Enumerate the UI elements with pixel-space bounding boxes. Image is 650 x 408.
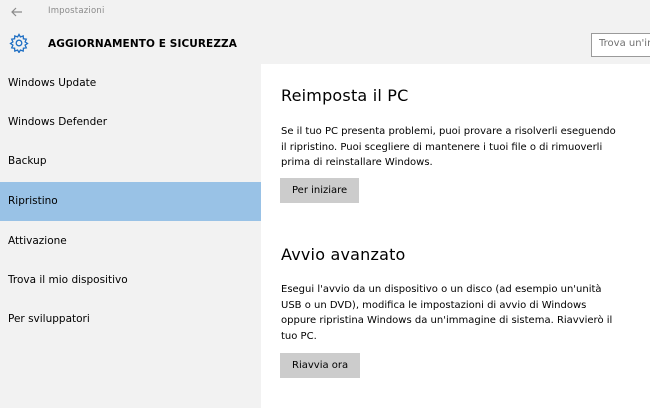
sidebar-item-ripristino[interactable]: Ripristino	[0, 182, 261, 221]
reset-description-line: prima di reinstallare Windows.	[281, 157, 433, 168]
restart-now-button[interactable]: Riavvia ora	[280, 353, 361, 378]
sidebar-item-backup[interactable]: Backup	[0, 142, 261, 181]
advanced-description-line: oppure ripristina Windows da un'immagine…	[281, 315, 613, 326]
sidebar-item-sviluppatori[interactable]: Per sviluppatori	[0, 300, 261, 339]
settings-window: Impostazioni AGGIORNAMENTO E SICUREZZA T…	[0, 0, 650, 408]
back-arrow-icon[interactable]	[10, 3, 30, 21]
advanced-description-line: tuo PC.	[281, 330, 317, 342]
advanced-description-line: Esegui l'avvio da un dispositivo o un di…	[281, 284, 602, 295]
get-started-button[interactable]: Per iniziare	[280, 178, 360, 203]
search-input[interactable]: Trova un'impostazione	[591, 33, 650, 57]
main-content: Reimposta il PC Se il tuo PC presenta pr…	[261, 64, 650, 408]
sidebar-item-windows-defender[interactable]: Windows Defender	[0, 103, 261, 142]
page-header: AGGIORNAMENTO E SICUREZZA Trova un'impos…	[0, 26, 650, 64]
advanced-startup-heading: Avvio avanzato	[281, 245, 406, 264]
advanced-description-line: USB o un DVD), modifica le impostazioni …	[281, 299, 587, 311]
app-title: Impostazioni	[48, 6, 105, 16]
reset-heading: Reimposta il PC	[281, 86, 409, 105]
title-bar: Impostazioni	[0, 0, 650, 26]
reset-description-line: il ripristino. Puoi scegliere di mantene…	[281, 141, 603, 153]
reset-description-line: Se il tuo PC presenta problemi, puoi pro…	[281, 126, 616, 137]
advanced-startup-description: Esegui l'avvio da un dispositivo o un di…	[281, 282, 646, 344]
page-title: AGGIORNAMENTO E SICUREZZA	[48, 38, 237, 50]
sidebar-item-trova-dispositivo[interactable]: Trova il mio dispositivo	[0, 261, 261, 300]
reset-description: Se il tuo PC presenta problemi, puoi pro…	[281, 124, 646, 171]
sidebar-nav: Windows Update Windows Defender Backup R…	[0, 64, 261, 408]
sidebar-item-windows-update[interactable]: Windows Update	[0, 64, 261, 103]
sidebar-item-attivazione[interactable]: Attivazione	[0, 222, 261, 261]
gear-icon	[9, 33, 29, 54]
